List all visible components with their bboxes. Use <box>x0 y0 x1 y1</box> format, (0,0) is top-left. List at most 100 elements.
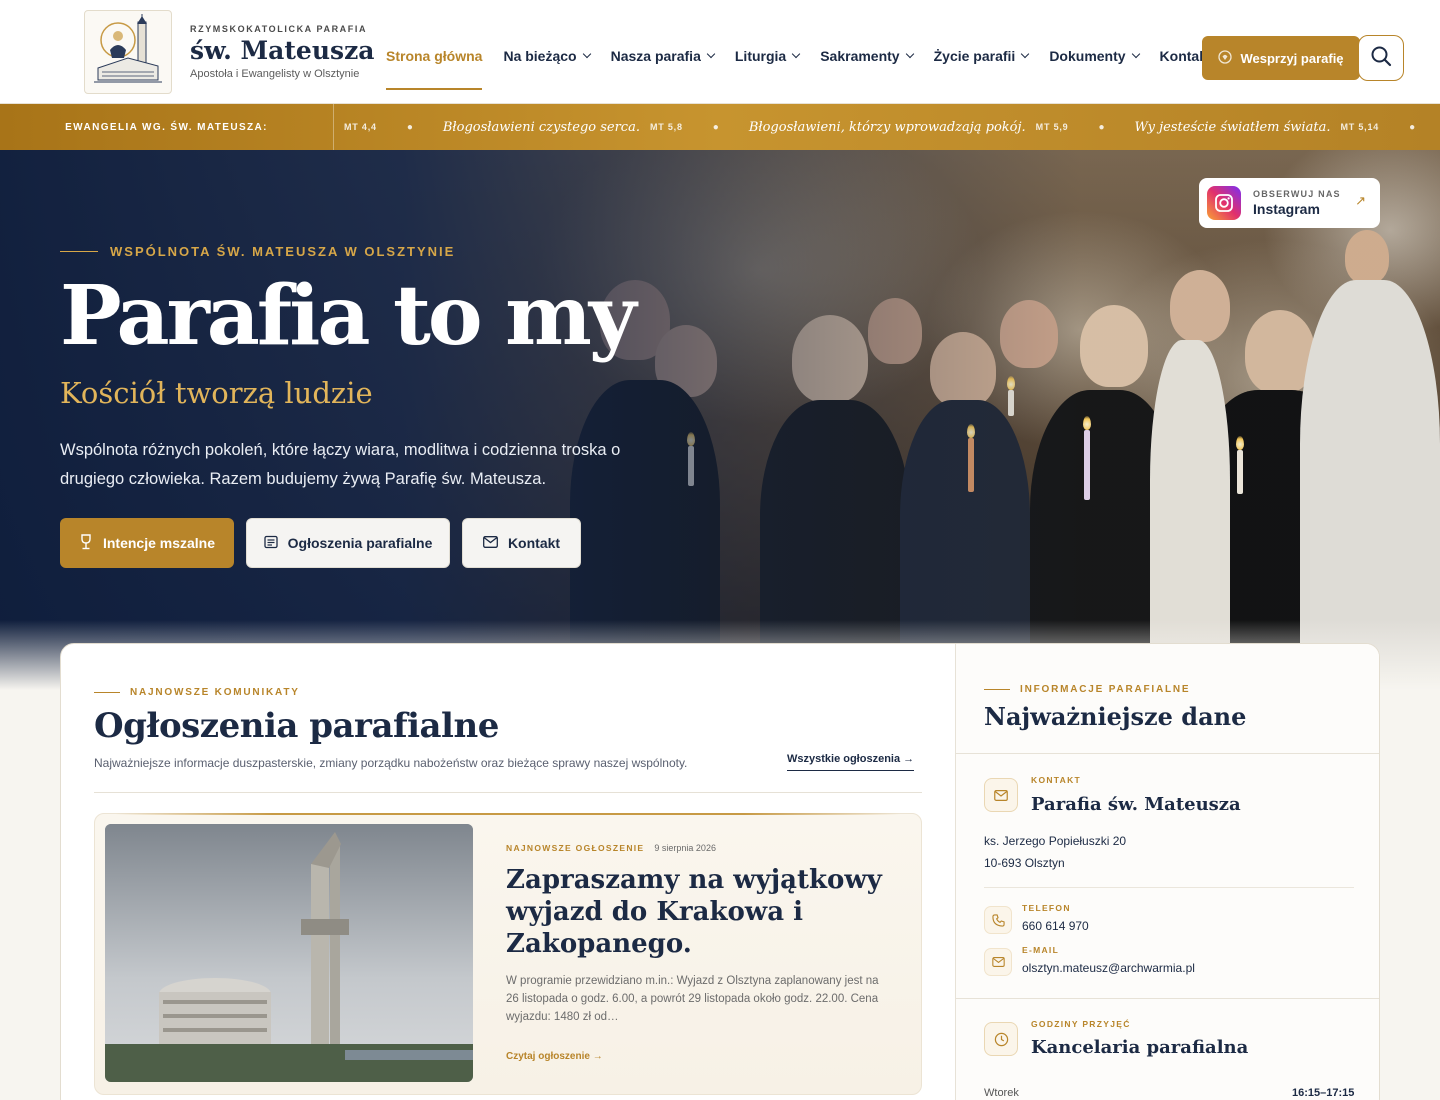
nav-item-documents[interactable]: Dokumenty <box>1049 48 1140 64</box>
address-line-2: 10-693 Olsztyn <box>984 856 1065 870</box>
info-title: Najważniejsze dane <box>984 702 1247 731</box>
chevron-down-icon <box>905 49 914 59</box>
mass-intentions-button[interactable]: Intencje mszalne <box>60 518 234 568</box>
hero-eyebrow: WSPÓLNOTA ŚW. MATEUSZA W OLSZTYNIE <box>60 244 455 259</box>
logo-title: św. Mateusza <box>190 36 375 65</box>
link-label: Czytaj ogłoszenie <box>506 1051 590 1062</box>
email-label: E-MAIL <box>1022 945 1060 955</box>
phone-label: TELEFON <box>1022 903 1071 913</box>
logo-small-text: RZYMSKOKATOLICKA PARAFIA <box>190 24 368 34</box>
featured-announcement[interactable]: NAJNOWSZE OGŁOSZENIE 9 sierpnia 2026 Zap… <box>94 813 922 1095</box>
ticker-ref: MT 5,9 <box>1035 122 1069 132</box>
nav-label: Na bieżąco <box>503 48 577 64</box>
parish-announcements-button[interactable]: Ogłoszenia parafialne <box>246 518 450 568</box>
support-parish-button[interactable]: Wesprzyj parafię <box>1202 36 1360 80</box>
info-eyebrow: INFORMACJE PARAFIALNE <box>984 684 1190 695</box>
instagram-follow-card[interactable]: OBSERWUJ NAS Instagram ↗ <box>1199 178 1380 228</box>
separator-dot-icon: ● <box>1409 121 1416 133</box>
mail-icon <box>984 778 1018 812</box>
announcements-description: Najważniejsze informacje duszpasterskie,… <box>94 756 688 770</box>
heart-hand-icon <box>1218 49 1233 67</box>
separator-dot-icon: ● <box>406 121 413 133</box>
announcements-section: NAJNOWSZE KOMUNIKATY Ogłoszenia parafial… <box>61 644 955 1100</box>
chevron-down-icon <box>1131 49 1140 59</box>
document-icon <box>263 535 278 552</box>
phone-icon <box>984 906 1012 934</box>
announcements-title: Ogłoszenia parafialne <box>94 706 499 746</box>
link-label: Wszystkie ogłoszenia <box>787 753 901 765</box>
hero-section: WSPÓLNOTA ŚW. MATEUSZA W OLSZTYNIE Paraf… <box>0 150 1440 690</box>
all-announcements-link[interactable]: Wszystkie ogłoszenia → <box>787 753 915 771</box>
ticker-quote: Błogosławieni, którzy wprowadzają pokój. <box>748 119 1026 135</box>
nav-item-our-parish[interactable]: Nasza parafia <box>610 48 716 64</box>
chevron-down-icon <box>706 49 716 59</box>
external-arrow-icon: ↗ <box>1355 193 1366 208</box>
instagram-icon <box>1207 186 1241 220</box>
ticker-ref: MT 5,8 <box>649 122 683 132</box>
nav-label: Liturgia <box>734 48 787 64</box>
ticker-label: EWANGELIA WG. ŚW. MATEUSZA: <box>0 104 334 150</box>
parish-info-panel: INFORMACJE PARAFIALNE Najważniejsze dane… <box>955 644 1379 1100</box>
hero-title: Parafia to my <box>60 268 637 364</box>
nav-label: Sakramenty <box>820 48 900 64</box>
site-logo[interactable]: RZYMSKOKATOLICKA PARAFIA św. Mateusza Ap… <box>84 10 374 94</box>
nav-item-news[interactable]: Na bieżąco <box>503 48 591 64</box>
arrow-right-icon: → <box>592 1051 603 1062</box>
office-hours: 16:15–17:15 <box>1292 1087 1355 1099</box>
announcements-eyebrow: NAJNOWSZE KOMUNIKATY <box>94 687 300 698</box>
divider <box>956 753 1379 754</box>
parish-name: Parafia św. Mateusza <box>1031 794 1241 815</box>
announcement-date: 9 sierpnia 2026 <box>654 843 716 853</box>
nav-item-parish-life[interactable]: Życie parafii <box>933 48 1030 64</box>
contact-button[interactable]: Kontakt <box>462 518 581 568</box>
content-card: NAJNOWSZE KOMUNIKATY Ogłoszenia parafial… <box>60 643 1380 1100</box>
hero-description: Wspólnota różnych pokoleń, które łączy w… <box>60 441 621 488</box>
hero-subtitle: Kościół tworzą ludzie <box>60 376 373 410</box>
ticker-ref: MT 5,14 <box>1340 122 1380 132</box>
ticker-quote: Wy jesteście światłem świata. <box>1134 119 1331 135</box>
chalice-icon <box>79 533 93 553</box>
chevron-down-icon <box>582 49 591 59</box>
nav-label: Nasza parafia <box>610 48 701 64</box>
nav-label: Strona główna <box>386 48 483 64</box>
search-button[interactable] <box>1358 35 1404 81</box>
nav-item-liturgy[interactable]: Liturgia <box>734 48 801 64</box>
ticker-ref: MT 4,4 <box>344 122 377 132</box>
office-hours-label: GODZINY PRZYJĘĆ <box>1031 1019 1131 1029</box>
announcement-title[interactable]: Zapraszamy na wyjątkowy wyjazd do Krakow… <box>506 864 896 960</box>
ticker-track: MT 4,4 ● Błogosławieni czystego serca. M… <box>344 104 1440 150</box>
gospel-ticker: EWANGELIA WG. ŚW. MATEUSZA: MT 4,4 ● Bło… <box>0 104 1440 150</box>
church-logo-icon <box>84 10 172 94</box>
button-label: Intencje mszalne <box>102 535 216 551</box>
clock-icon <box>984 1022 1018 1056</box>
instagram-small-label: OBSERWUJ NAS <box>1253 189 1341 199</box>
mail-icon <box>482 535 498 551</box>
divider <box>94 792 922 793</box>
phone-value[interactable]: 660 614 970 <box>1022 919 1089 933</box>
office-name: Kancelaria parafialna <box>1031 1037 1249 1058</box>
nav-item-home[interactable]: Strona główna <box>386 48 483 90</box>
address-line-1: ks. Jerzego Popiełuszki 20 <box>984 834 1127 848</box>
hero-overlay <box>0 150 1440 690</box>
hero-eyebrow-text: WSPÓLNOTA ŚW. MATEUSZA W OLSZTYNIE <box>110 244 456 259</box>
eyebrow-line <box>984 688 1010 691</box>
site-header: RZYMSKOKATOLICKA PARAFIA św. Mateusza Ap… <box>0 0 1440 104</box>
announcement-image <box>105 824 473 1082</box>
mail-icon <box>984 948 1012 976</box>
ticker-quote: Błogosławieni czystego serca. <box>442 119 640 135</box>
hero-buttons: Intencje mszalne Ogłoszenia parafialne K… <box>60 518 593 568</box>
nav-label: Życie parafii <box>933 48 1016 64</box>
arrow-right-icon: → <box>903 753 915 765</box>
eyebrow-line <box>60 250 98 253</box>
nav-item-sacraments[interactable]: Sakramenty <box>820 48 914 64</box>
office-day: Wtorek <box>984 1087 1019 1099</box>
divider <box>956 998 1379 999</box>
email-value[interactable]: olsztyn.mateusz@archwarmia.pl <box>1022 961 1195 975</box>
separator-dot-icon: ● <box>1098 121 1105 133</box>
eyebrow-text: NAJNOWSZE KOMUNIKATY <box>130 687 300 698</box>
read-announcement-link[interactable]: Czytaj ogłoszenie → <box>506 1051 603 1062</box>
logo-subtitle: Apostoła i Ewangelisty w Olsztynie <box>190 68 360 80</box>
button-label: Ogłoszenia parafialne <box>287 535 433 551</box>
instagram-label: Instagram <box>1253 201 1320 217</box>
separator-dot-icon: ● <box>712 121 719 133</box>
